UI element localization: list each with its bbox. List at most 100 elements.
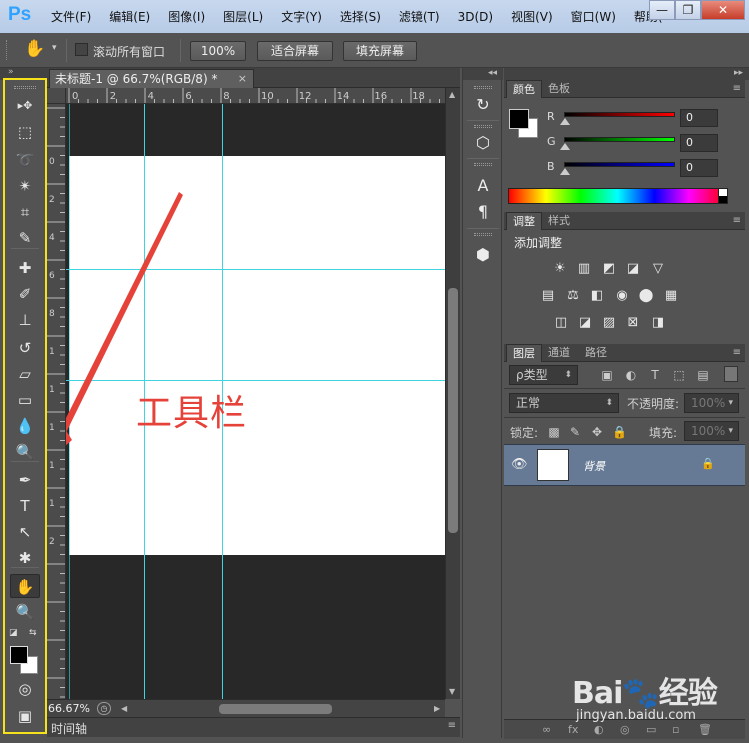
slider-knob[interactable] [560, 118, 570, 125]
fit-screen-button[interactable]: 适合屏幕 [257, 41, 333, 61]
filter-type-icon[interactable]: T [648, 368, 662, 382]
timeline-tab[interactable]: 时间轴 [51, 720, 87, 737]
opacity-input[interactable]: 100% ▾ [684, 393, 739, 413]
slider-knob[interactable] [560, 168, 570, 175]
filter-adjustment-icon[interactable]: ◐ [624, 368, 638, 382]
lock-all-icon[interactable]: 🔒 [612, 425, 627, 439]
character-icon[interactable]: A [471, 175, 495, 197]
adjustment-icon[interactable]: ◉ [613, 289, 631, 303]
lock-transparent-icon[interactable]: ▩ [547, 425, 561, 439]
ruler-corner[interactable] [47, 88, 66, 104]
crop-tool-icon[interactable]: ⌗ [10, 200, 40, 224]
adjustment-icon[interactable]: ⬤ [637, 289, 655, 303]
tab-adjustments[interactable]: 调整 [506, 212, 542, 230]
slider-knob[interactable] [560, 143, 570, 150]
adjustment-icon[interactable]: ◨ [649, 316, 667, 330]
filter-toggle[interactable] [724, 366, 738, 382]
fill-screen-button[interactable]: 填充屏幕 [343, 41, 417, 61]
channel-value-input[interactable]: 0 [680, 159, 718, 177]
black-white-ramp[interactable] [718, 188, 728, 204]
channel-slider-track[interactable] [564, 112, 675, 117]
scroll-right-arrow[interactable]: ▶ [434, 704, 440, 713]
tab-paths[interactable]: 路径 [579, 344, 613, 362]
status-info-icon[interactable]: ◷ [97, 702, 111, 715]
tab-swatches[interactable]: 色板 [542, 80, 576, 98]
vertical-scroll-thumb[interactable] [448, 288, 458, 533]
dock-grip[interactable] [474, 163, 492, 166]
swap-colors-icon[interactable]: ⇆ [29, 628, 37, 638]
foreground-color-swatch[interactable] [10, 646, 28, 664]
marquee-tool-icon[interactable]: ⬚ [10, 120, 40, 144]
panels-collapse-icon[interactable]: ▸▸ [504, 68, 749, 80]
vertical-ruler[interactable]: 0 2 4 6 8 1 1 1 1 1 2 [47, 104, 66, 699]
filter-smart-object-icon[interactable]: ▤ [696, 368, 710, 382]
adjustment-icon[interactable]: ▦ [662, 289, 680, 303]
close-button[interactable]: ✕ [701, 0, 745, 20]
default-colors-icon[interactable]: ◪ [9, 628, 18, 638]
panel-menu-icon[interactable]: ≡ [733, 215, 741, 226]
quick-mask-icon[interactable]: ◎ [10, 677, 40, 701]
panel-menu-icon[interactable]: ≡ [448, 720, 456, 731]
adjustment-icon[interactable]: ◧ [588, 289, 606, 303]
horizontal-scroll-thumb[interactable] [219, 704, 332, 714]
channel-slider-track[interactable] [564, 162, 675, 167]
history-brush-tool-icon[interactable]: ↺ [10, 336, 40, 360]
adjustment-icon[interactable]: ▤ [539, 289, 557, 303]
menu-item[interactable]: 图层(L) [214, 0, 272, 33]
scroll-down-arrow[interactable]: ▼ [449, 687, 455, 696]
pen-tool-icon[interactable]: ✒ [10, 468, 40, 492]
brush-tool-icon[interactable]: ✐ [10, 282, 40, 306]
eye-icon[interactable]: 👁 [511, 457, 528, 472]
chevron-down-icon[interactable]: ▾ [52, 43, 57, 53]
adjustment-icon[interactable]: ☀ [551, 262, 569, 276]
filter-pixel-icon[interactable]: ▣ [600, 368, 614, 382]
menu-item[interactable]: 选择(S) [331, 0, 390, 33]
screen-mode-icon[interactable]: ▣ [10, 704, 40, 728]
gradient-tool-icon[interactable]: ▭ [10, 388, 40, 412]
panel-menu-icon[interactable]: ≡ [733, 347, 741, 358]
path-selection-tool-icon[interactable]: ↖ [10, 520, 40, 544]
adjustment-icon[interactable]: ▥ [575, 262, 593, 276]
lasso-tool-icon[interactable]: ➰ [10, 148, 40, 172]
layer-row[interactable]: 👁 背景 🔒 [504, 444, 745, 486]
dock-grip[interactable] [474, 233, 492, 236]
menu-item[interactable]: 文件(F) [42, 0, 100, 33]
tab-layers[interactable]: 图层 [506, 344, 542, 362]
blur-tool-icon[interactable]: 💧 [10, 414, 40, 438]
adjustment-icon[interactable]: ◩ [600, 262, 618, 276]
adjustment-icon[interactable]: ◪ [624, 262, 642, 276]
horizontal-ruler[interactable]: 0 2 4 6 8 10 12 14 16 18 [66, 88, 445, 104]
paragraph-icon[interactable]: ¶ [471, 201, 495, 223]
restore-button[interactable]: ❐ [675, 0, 701, 20]
menu-item[interactable]: 图像(I) [159, 0, 214, 33]
menu-item[interactable]: 文字(Y) [272, 0, 331, 33]
menu-item[interactable]: 窗口(W) [562, 0, 625, 33]
canvas-area[interactable]: 工具栏 [66, 104, 445, 699]
hand-tool-icon[interactable]: ✋ [10, 574, 40, 598]
panel-menu-icon[interactable]: ≡ [733, 83, 741, 94]
eyedropper-tool-icon[interactable]: ✎ [10, 226, 40, 250]
hand-icon[interactable]: ✋ [24, 39, 45, 59]
tab-channels[interactable]: 通道 [542, 344, 576, 362]
channel-value-input[interactable]: 0 [680, 134, 718, 152]
foreground-color-swatch[interactable] [509, 109, 529, 129]
color-spectrum[interactable] [508, 188, 727, 204]
zoom-100-button[interactable]: 100% [190, 41, 246, 61]
channel-slider-track[interactable] [564, 137, 675, 142]
dock-collapse-icon[interactable]: ◂◂ [463, 68, 503, 80]
scroll-all-windows-checkbox[interactable] [75, 43, 88, 56]
zoom-readout[interactable]: 66.67% [48, 702, 90, 715]
menu-item[interactable]: 视图(V) [502, 0, 562, 33]
toolbox-grip[interactable] [14, 86, 36, 89]
menu-item[interactable]: 编辑(E) [100, 0, 159, 33]
menu-item[interactable]: 3D(D) [449, 0, 502, 33]
lock-position-icon[interactable]: ✥ [590, 425, 604, 439]
type-tool-icon[interactable]: T [10, 494, 40, 518]
document-tab[interactable]: 未标题-1 @ 66.7%(RGB/8) * × [49, 69, 254, 88]
layer-filter-select[interactable]: ρ类型 ⬍ [509, 365, 578, 385]
filter-shape-icon[interactable]: ⬚ [672, 368, 686, 382]
tab-color[interactable]: 颜色 [506, 80, 542, 98]
adjustment-icon[interactable]: ▨ [600, 316, 618, 330]
options-grip[interactable] [6, 40, 9, 60]
magic-wand-tool-icon[interactable]: ✴ [10, 174, 40, 198]
